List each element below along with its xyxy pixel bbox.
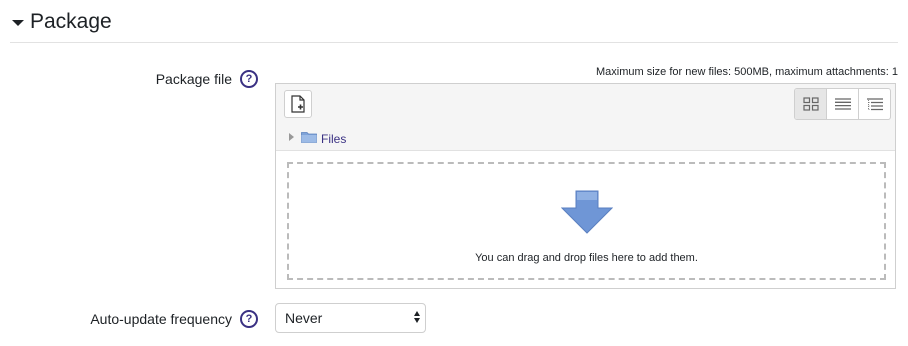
file-drop-zone[interactable]: You can drag and drop files here to add …: [287, 162, 886, 280]
path-files-link[interactable]: Files: [321, 132, 346, 146]
section-divider: [10, 42, 898, 43]
view-details-icon: [834, 98, 851, 110]
drop-arrow-icon: [561, 190, 613, 234]
package-file-label: Package file: [155, 71, 232, 87]
view-tree-icon: [866, 97, 883, 110]
view-tree-button[interactable]: [858, 89, 890, 119]
view-mode-group: [794, 88, 891, 120]
file-manager-toolbar: [276, 84, 895, 125]
max-size-text: Maximum size for new files: 500MB, maxim…: [596, 66, 898, 78]
help-glyph: ?: [245, 73, 253, 85]
file-path-bar: Files: [276, 124, 895, 151]
view-icons-icon: [802, 97, 819, 111]
view-details-button[interactable]: [826, 89, 858, 119]
add-file-button[interactable]: [284, 90, 312, 118]
collapse-caret-icon[interactable]: [12, 20, 24, 26]
select-arrows-icon: [414, 311, 420, 323]
auto-update-label: Auto-update frequency: [90, 311, 232, 327]
help-icon[interactable]: ?: [240, 310, 258, 328]
section-header-package[interactable]: Package: [12, 6, 112, 38]
help-glyph: ?: [245, 313, 253, 325]
folder-icon: [301, 132, 317, 143]
drop-instruction-text: You can drag and drop files here to add …: [475, 252, 698, 264]
add-file-icon: [291, 95, 305, 113]
auto-update-select[interactable]: Never: [275, 303, 426, 333]
expand-caret-icon[interactable]: [289, 133, 294, 141]
view-icons-button[interactable]: [795, 89, 826, 119]
file-manager: Files You can drag and drop files here t…: [275, 83, 896, 289]
section-title: Package: [30, 10, 112, 33]
auto-update-selected-value: Never: [285, 310, 323, 326]
help-icon[interactable]: ?: [240, 70, 258, 88]
